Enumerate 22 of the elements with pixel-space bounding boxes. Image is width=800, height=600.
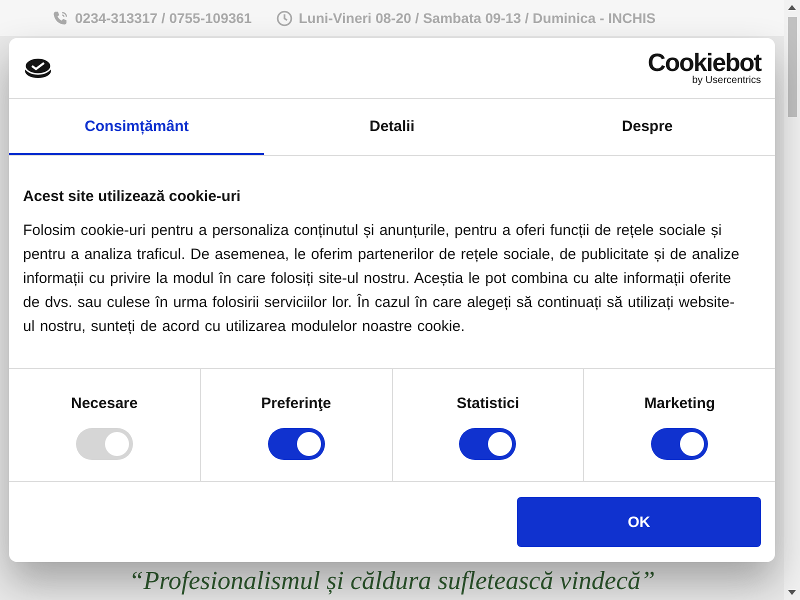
toggle-switch[interactable] (268, 428, 325, 460)
dialog-heading: Acest site utilizează cookie-uri (23, 188, 242, 205)
quote-text: “Profesionalismul și căldura sufletească vindecă” (128, 566, 656, 597)
scrollbar[interactable] (784, 0, 800, 600)
clock-icon (276, 10, 293, 26)
brand-name: Cookiebot (648, 50, 761, 76)
toggle-label: Preferinţe (261, 395, 332, 412)
brand-tagline: by Usercentrics (692, 76, 761, 86)
cookie-check-icon (23, 56, 53, 80)
consent-paragraph: Folosim cookie-uri pentru a personaliza conținutul și anunțurile, pentru a oferi funcții de rețele sociale și pentru a analiza traficul. De asemenea, le oferim partenerilor de rețele sociale, de publicitate și de analize informații cu privire la modul în care folosiți site-ul nostru. Aceștia le pot combina cu alte informații oferite de dvs. sau culese în urma folosirii serviciilor lor. În cazul în care alegeți să continuați să utilizați website-ul nostru, sunteți de acord cu utilizarea modulelor noastre cookie. (23, 221, 740, 337)
tab[interactable]: Detalii (264, 99, 520, 155)
toggle-label: Marketing (644, 395, 716, 412)
opening-hours: Luni-Vineri 08-20 / Sambata 09-13 / Duminica - INCHIS (298, 10, 656, 26)
toggle-switch[interactable] (651, 428, 708, 460)
ok-button[interactable]: OK (517, 497, 761, 547)
toggle-switch[interactable] (459, 428, 516, 460)
toggle-label: Statistici (456, 395, 520, 412)
phone-number: 0234-313317 / 0755-109361 (75, 10, 252, 26)
phone-icon (52, 10, 69, 26)
tab[interactable]: Consimțământ (9, 99, 264, 155)
tab[interactable]: Despre (520, 99, 775, 155)
toggle-label: Necesare (71, 395, 138, 412)
